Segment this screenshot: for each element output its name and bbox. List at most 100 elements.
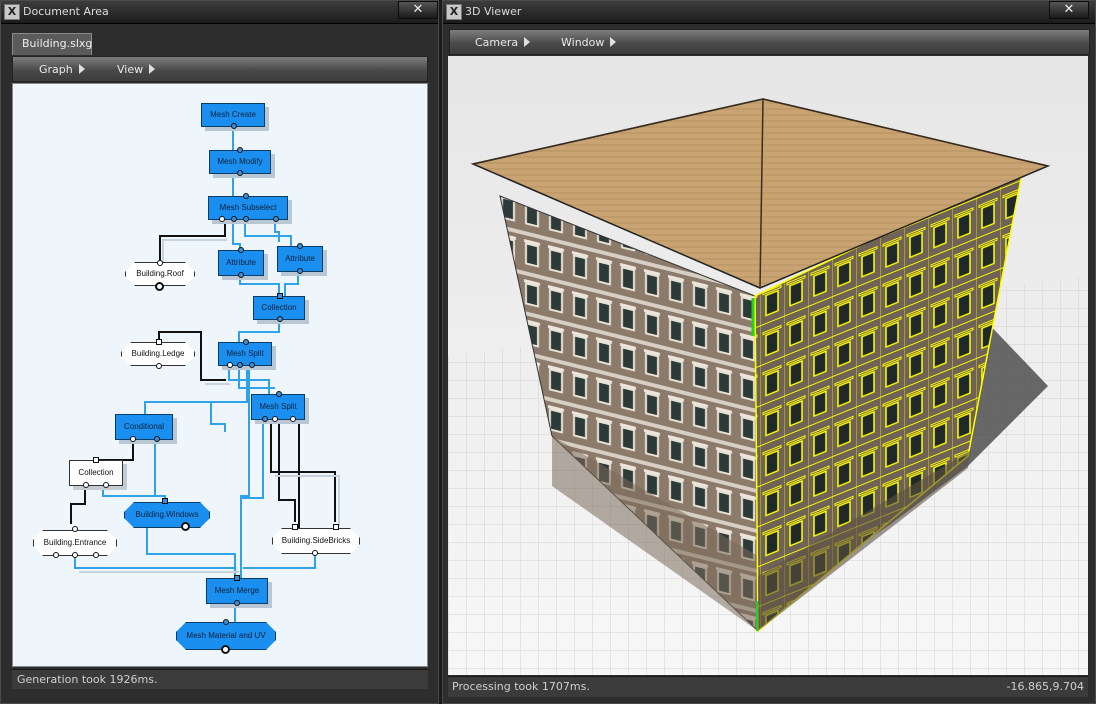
node-mesh-modify[interactable]: Mesh Modify [209,147,271,176]
input-port[interactable] [223,619,229,625]
input-port[interactable] [156,339,162,345]
building-render [448,56,1088,675]
wire [144,401,211,414]
status-text: Processing took 1707ms. [452,680,590,693]
cursor-coordinates: -16.865,9.704 [1006,680,1084,693]
output-port[interactable] [290,416,296,422]
node-mesh-subselect[interactable]: Mesh Subselect [208,193,288,222]
viewer-status-bar: Processing took 1707ms. -16.865,9.704 [448,676,1088,697]
input-port[interactable] [276,391,282,397]
node-label: Attribute [285,254,315,263]
node-mesh-split-2[interactable]: Mesh Split [251,391,305,422]
output-port[interactable] [249,362,255,368]
output-port[interactable] [156,363,162,369]
output-port[interactable] [262,416,268,422]
document-area-panel: X Document Area ✕ Building.slxg Graph Vi… [0,0,439,704]
wire [270,422,336,522]
output-port[interactable] [231,216,237,222]
wire [99,440,134,461]
panel-title: 3D Viewer [465,5,522,18]
node-label: Mesh Split [226,349,264,358]
wire [284,272,299,296]
output-port[interactable] [237,362,243,368]
3d-viewer-titlebar[interactable]: X 3D Viewer ✕ [443,1,1095,24]
output-port[interactable] [234,600,240,606]
panel-title: Document Area [23,5,109,18]
input-port[interactable] [234,575,240,581]
output-port[interactable] [273,216,279,222]
close-button[interactable]: ✕ [398,1,438,19]
document-area-titlebar[interactable]: X Document Area ✕ [1,1,438,24]
output-port[interactable] [221,645,230,654]
menu-view-label: View [117,63,144,76]
menu-graph[interactable]: Graph [39,63,85,76]
viewer-menubar: Camera Window [449,29,1090,55]
status-text: Generation took 1926ms. [17,673,158,686]
node-label: Mesh Material and UV [186,631,266,640]
output-port[interactable] [53,552,59,558]
menu-view[interactable]: View [117,63,156,76]
node-label: Attribute [226,258,256,267]
node-label: Building.Windows [135,510,199,519]
input-port[interactable] [243,339,249,345]
output-port[interactable] [181,522,190,531]
output-port[interactable] [83,482,89,488]
output-port[interactable] [237,170,243,176]
output-port[interactable] [227,362,233,368]
menu-window-label: Window [561,36,605,49]
output-port[interactable] [219,216,225,222]
node-mesh-merge[interactable]: Mesh Merge [206,575,268,606]
node-label: Building.Ledge [131,349,185,358]
output-port[interactable] [297,268,303,274]
input-port[interactable] [238,247,244,253]
output-port[interactable] [154,436,160,442]
output-port[interactable] [243,216,249,222]
tab-building-slxg[interactable]: Building.slxg [12,33,92,55]
node-label: Mesh Split [259,402,297,411]
wire [74,554,236,578]
input-port[interactable] [72,526,78,532]
chevron-right-icon [149,64,156,74]
document-status-bar: Generation took 1926ms. [12,669,428,689]
node-mesh-create[interactable]: Mesh Create [201,103,265,129]
output-port[interactable] [277,316,283,322]
node-building-windows[interactable]: Building.Windows [124,502,210,528]
node-label: Building.Entrance [43,538,107,547]
input-port[interactable] [292,524,298,530]
node-collection-1[interactable]: Collection [253,293,305,322]
node-label: Mesh Modify [217,157,263,166]
output-port[interactable] [238,272,244,278]
menu-camera[interactable]: Camera [475,36,531,49]
node-label: Conditional [123,422,165,431]
node-label: Collection [78,468,114,477]
node-collection-2[interactable]: Collection [69,460,123,486]
input-port[interactable] [93,457,99,463]
input-port[interactable] [157,260,163,266]
input-port[interactable] [333,524,339,530]
app-icon: X [446,4,462,20]
output-port[interactable] [155,282,164,291]
wire [154,440,166,500]
menu-graph-label: Graph [39,63,73,76]
node-attribute-2[interactable]: Attribute [277,243,323,274]
input-port[interactable] [297,243,303,249]
node-mesh-split-1[interactable]: Mesh Split [218,339,272,368]
input-port[interactable] [243,193,249,199]
close-button[interactable]: ✕ [1049,1,1089,19]
output-port[interactable] [93,552,99,558]
node-attribute-1[interactable]: Attribute [218,247,264,278]
input-port[interactable] [277,293,283,299]
node-graph-canvas[interactable]: Mesh Create Mesh Modify Mesh Subselect B… [12,83,428,667]
output-port[interactable] [272,416,278,422]
input-port[interactable] [237,147,243,153]
menu-window[interactable]: Window [561,36,617,49]
input-port[interactable] [162,498,168,504]
app-icon: X [4,4,20,20]
output-port[interactable] [231,123,237,129]
output-port[interactable] [72,552,78,558]
output-port[interactable] [312,550,318,556]
output-port[interactable] [103,482,109,488]
3d-viewport[interactable] [448,56,1088,675]
node-conditional[interactable]: Conditional [115,414,173,442]
output-port[interactable] [130,436,136,442]
